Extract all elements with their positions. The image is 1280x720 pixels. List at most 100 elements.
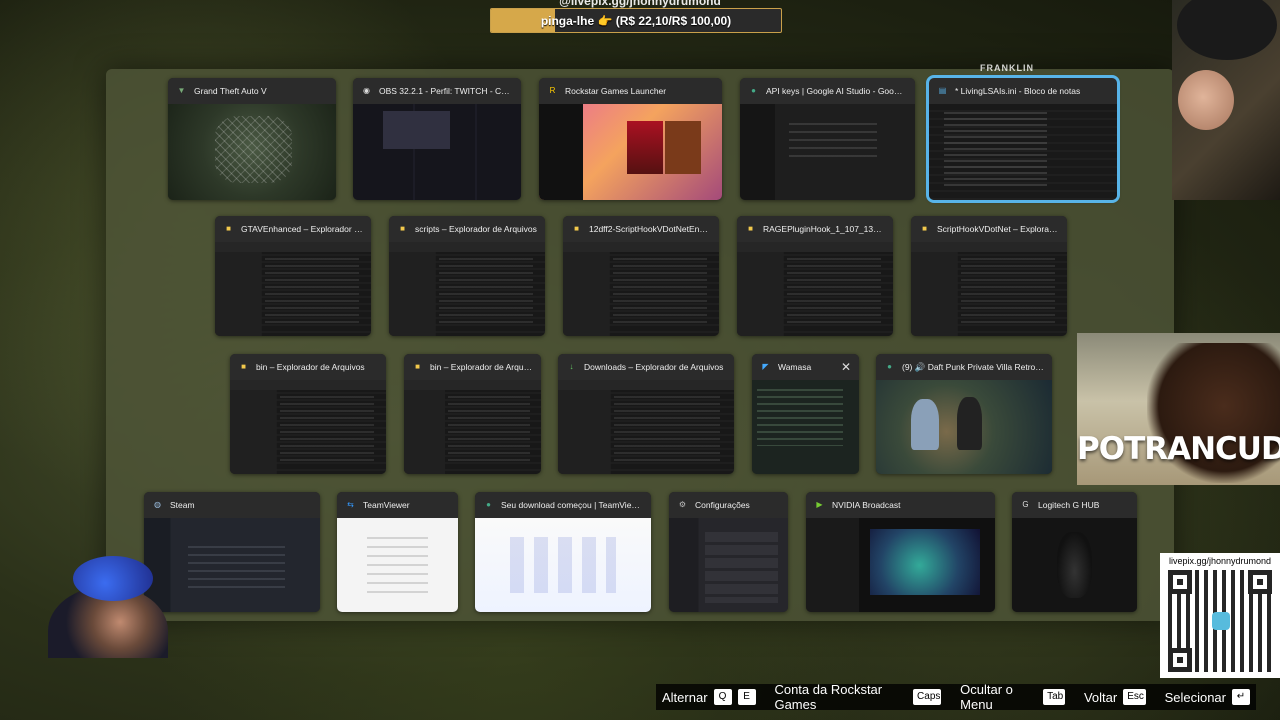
window-card[interactable]: ■ bin – Explorador de Arquivos xyxy=(404,354,541,474)
window-thumbnail xyxy=(876,380,1052,474)
window-card-header: ■ bin – Explorador de Arquivos xyxy=(230,354,386,380)
window-card-title: Steam xyxy=(170,500,195,510)
window-card[interactable]: ■ bin – Explorador de Arquivos xyxy=(230,354,386,474)
donation-goal-text: pinga-lhe 👉 (R$ 22,10/R$ 100,00) xyxy=(540,13,732,28)
close-icon[interactable]: ✕ xyxy=(841,360,851,374)
window-card-header: ■ bin – Explorador de Arquivos xyxy=(404,354,541,380)
notepad-icon: ▤ xyxy=(938,86,947,95)
folder-icon: ■ xyxy=(226,224,231,233)
window-card-title: API keys | Google AI Studio - Google C..… xyxy=(766,86,907,96)
character-label: FRANKLIN xyxy=(980,63,1034,73)
window-thumbnail xyxy=(389,242,545,336)
folder-icon: ■ xyxy=(922,224,927,233)
window-card[interactable]: ■ 12dff2-ScriptHookVDotNetEnhan... xyxy=(563,216,719,336)
window-thumbnail xyxy=(404,380,541,474)
window-card-title: (9) 🔊 Daft Punk Private Villa Retro Lo..… xyxy=(902,361,1044,372)
window-card-title: Grand Theft Auto V xyxy=(194,86,267,96)
window-card[interactable]: ■ ScriptHookVDotNet – Explorador... xyxy=(911,216,1067,336)
window-thumbnail xyxy=(929,104,1117,200)
window-card-title: * LivingLSAIs.ini - Bloco de notas xyxy=(955,86,1081,96)
window-card[interactable]: G Logitech G HUB xyxy=(1012,492,1137,612)
donation-qr-panel: livepix.gg/jhonnydrumond xyxy=(1160,553,1280,678)
window-thumbnail xyxy=(230,380,386,474)
key-badge: Caps xyxy=(913,689,942,705)
window-card-header: ■ RAGEPluginHook_1_107_1334_165... xyxy=(737,216,893,242)
window-thumbnail xyxy=(1012,518,1137,612)
window-thumbnail xyxy=(563,242,719,336)
teamviewer-icon: ⇆ xyxy=(347,500,354,509)
window-card-header: ● Seu download começou | TeamViewer... xyxy=(475,492,651,518)
window-card[interactable]: ▶ NVIDIA Broadcast xyxy=(806,492,995,612)
window-card[interactable]: ◉ OBS 32.2.1 - Perfil: TWITCH - Cenas:... xyxy=(353,78,521,200)
folder-icon: ■ xyxy=(415,362,420,371)
window-card[interactable]: ● (9) 🔊 Daft Punk Private Villa Retro Lo.… xyxy=(876,354,1052,474)
horse-banner: POTRANCUDA xyxy=(1077,333,1280,485)
window-card-header: ■ GTAVEnhanced – Explorador de... xyxy=(215,216,371,242)
key-badge: ↵ xyxy=(1232,689,1250,705)
window-card-header: ⚙ Configurações xyxy=(669,492,788,518)
window-card-title: GTAVEnhanced – Explorador de... xyxy=(241,224,363,234)
vscode-icon: ◤ xyxy=(762,362,769,371)
window-card[interactable]: ▼ Grand Theft Auto V xyxy=(168,78,336,200)
window-card-title: TeamViewer xyxy=(363,500,410,510)
window-card[interactable]: ⇆ TeamViewer xyxy=(337,492,458,612)
window-card[interactable]: ■ scripts – Explorador de Arquivos xyxy=(389,216,545,336)
window-card-title: bin – Explorador de Arquivos xyxy=(430,362,533,372)
key-badge: E xyxy=(737,689,756,705)
hint-label: Ocultar o Menu xyxy=(960,682,1013,712)
streamer-webcam-top xyxy=(1172,0,1280,200)
streamer-cap xyxy=(73,556,153,601)
window-card[interactable]: ▤ * LivingLSAIs.ini - Bloco de notas xyxy=(926,75,1120,203)
key-badge: Q xyxy=(713,689,732,705)
window-thumbnail xyxy=(475,518,651,612)
window-thumbnail xyxy=(752,380,859,474)
window-card-header: ■ 12dff2-ScriptHookVDotNetEnhan... xyxy=(563,216,719,242)
window-thumbnail xyxy=(740,104,915,200)
folder-icon: ■ xyxy=(574,224,579,233)
window-card-title: bin – Explorador de Arquivos xyxy=(256,362,365,372)
window-card-header: ⇆ TeamViewer xyxy=(337,492,458,518)
window-card-header: ◉ OBS 32.2.1 - Perfil: TWITCH - Cenas:... xyxy=(353,78,521,104)
window-card[interactable]: ● API keys | Google AI Studio - Google C.… xyxy=(740,78,915,200)
window-card[interactable]: ↓ Downloads – Explorador de Arquivos xyxy=(558,354,734,474)
hint-label: Conta da Rockstar Games xyxy=(774,682,883,712)
streamer-webcam-bottom xyxy=(28,556,188,658)
window-card-header: ■ ScriptHookVDotNet – Explorador... xyxy=(911,216,1067,242)
nvidia-icon: ▶ xyxy=(816,500,823,509)
window-card-title: Seu download começou | TeamViewer... xyxy=(501,500,643,510)
gta-icon: ▼ xyxy=(177,86,186,95)
window-card-header: ◍ Steam xyxy=(144,492,320,518)
key-badge: Tab xyxy=(1043,689,1066,705)
folder-icon: ■ xyxy=(748,224,753,233)
rockstar-icon: R xyxy=(549,86,556,95)
window-card-header: ▶ NVIDIA Broadcast xyxy=(806,492,995,518)
window-card-title: 12dff2-ScriptHookVDotNetEnhan... xyxy=(589,224,711,234)
window-card-header: ▤ * LivingLSAIs.ini - Bloco de notas xyxy=(929,78,1117,104)
chrome-icon: ● xyxy=(751,86,756,95)
window-thumbnail xyxy=(558,380,734,474)
window-thumbnail xyxy=(737,242,893,336)
horse-banner-text: POTRANCUDA xyxy=(1077,431,1280,467)
obs-icon: ◉ xyxy=(363,86,370,95)
window-card[interactable]: ● Seu download começou | TeamViewer... xyxy=(475,492,651,612)
window-thumbnail xyxy=(539,104,722,200)
window-card[interactable]: R Rockstar Games Launcher xyxy=(539,78,722,200)
window-card-header: ◤ Wamasa ✕ xyxy=(752,354,859,380)
window-card[interactable]: ■ RAGEPluginHook_1_107_1334_165... xyxy=(737,216,893,336)
window-card-title: Logitech G HUB xyxy=(1038,500,1100,510)
window-thumbnail xyxy=(337,518,458,612)
window-card[interactable]: ■ GTAVEnhanced – Explorador de... xyxy=(215,216,371,336)
window-card[interactable]: ⚙ Configurações xyxy=(669,492,788,612)
window-card-title: Downloads – Explorador de Arquivos xyxy=(584,362,724,372)
hint-label: Selecionar xyxy=(1164,689,1226,705)
window-card-header: ■ scripts – Explorador de Arquivos xyxy=(389,216,545,242)
window-card[interactable]: ◤ Wamasa ✕ xyxy=(752,354,859,474)
folder-icon: ■ xyxy=(241,362,246,371)
window-card-title: NVIDIA Broadcast xyxy=(832,500,901,510)
window-card-title: Rockstar Games Launcher xyxy=(565,86,667,96)
hint-label: Voltar xyxy=(1083,689,1118,705)
window-card-title: Wamasa xyxy=(778,362,812,372)
window-thumbnail xyxy=(806,518,995,612)
window-thumbnail xyxy=(911,242,1067,336)
window-card-header: ● API keys | Google AI Studio - Google C.… xyxy=(740,78,915,104)
